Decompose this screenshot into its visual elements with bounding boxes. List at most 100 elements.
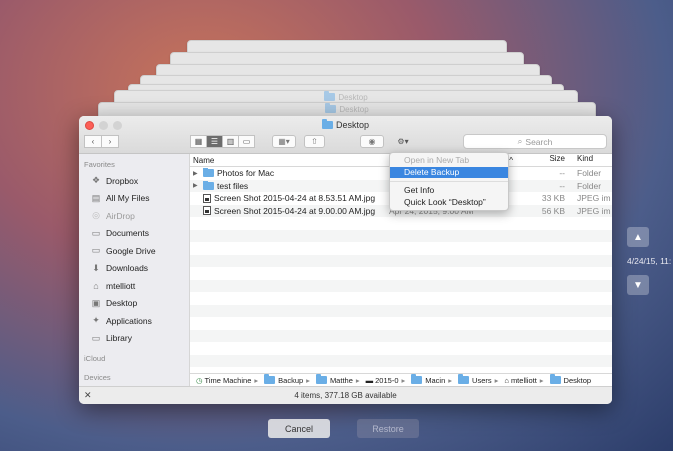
sidebar-item-library[interactable]: ▭ Library: [79, 330, 189, 348]
chevron-down-icon: ▼: [633, 279, 643, 291]
empty-row: [190, 242, 612, 255]
empty-row: [190, 279, 612, 292]
window-title: Desktop: [79, 119, 612, 130]
path-item[interactable]: ◷ Time Machine ▸: [196, 376, 258, 385]
sidebar-item-applications[interactable]: ✦ Applications: [79, 312, 189, 330]
action-gear-button[interactable]: ⚙▾: [392, 135, 414, 148]
kind-column-header[interactable]: Kind: [565, 154, 612, 166]
icon-view-button[interactable]: ▦: [190, 135, 207, 148]
cancel-button[interactable]: Cancel: [268, 419, 330, 438]
folder-icon: [549, 374, 561, 384]
sidebar-item-airdrop[interactable]: ◎ AirDrop: [79, 207, 189, 225]
empty-row: [190, 354, 612, 367]
menu-item-open-in-new-tab[interactable]: Open in New Tab: [390, 155, 508, 167]
column-view-button[interactable]: ▥: [222, 135, 239, 148]
share-button[interactable]: ⇧: [304, 135, 325, 148]
file-size: --: [559, 168, 565, 179]
sidebar-item-dropbox[interactable]: ❖ Dropbox: [79, 172, 189, 190]
sidebar-item-all-my-files[interactable]: ▤ All My Files: [79, 190, 189, 208]
empty-row: [190, 317, 612, 330]
chevron-up-icon: ▲: [633, 231, 643, 243]
empty-row: [190, 292, 612, 305]
size-column-header[interactable]: Size: [517, 154, 565, 166]
applications-icon: ✦: [92, 315, 100, 326]
file-kind: JPEG im: [577, 193, 611, 204]
search-placeholder: Search: [525, 136, 553, 147]
sidebar-item-label: All My Files: [106, 193, 150, 204]
path-item[interactable]: Users ▸: [458, 374, 498, 385]
home-icon: ⌂: [504, 375, 509, 385]
time-machine-icon: ◷: [196, 375, 203, 385]
folder-icon: [315, 374, 327, 384]
path-item[interactable]: Matthe ▸: [315, 374, 360, 385]
sidebar-item-label: Dropbox: [106, 175, 139, 186]
list-view-button[interactable]: ☰: [206, 135, 223, 148]
documents-icon: ▭: [91, 227, 101, 238]
sidebar-item-documents[interactable]: ▭ Documents: [79, 225, 189, 243]
sidebar-toggle-icon[interactable]: ✕: [84, 387, 92, 404]
sidebar-item-google-drive[interactable]: ▭ Google Drive: [79, 242, 189, 260]
search-icon: ⌕: [517, 136, 523, 146]
folder-icon: [458, 374, 470, 384]
menu-separator: [390, 181, 508, 182]
sidebar-item-desktop[interactable]: ▣ Desktop: [79, 295, 189, 313]
nav-buttons: ‹ ›: [84, 135, 119, 148]
file-name: Screen Shot 2015-04-24 at 8.53.51 AM.jpg: [214, 193, 376, 204]
sidebar-item-label: Documents: [106, 228, 149, 239]
path-item[interactable]: Macin ▸: [411, 374, 452, 385]
menu-item-quick-look[interactable]: Quick Look “Desktop”: [390, 197, 508, 209]
folder-icon: [411, 374, 423, 384]
empty-row: [190, 342, 612, 355]
sidebar-header-favorites: Favorites: [84, 160, 115, 169]
timeline-up-button[interactable]: ▲: [627, 227, 649, 247]
empty-row: [190, 217, 612, 230]
google-drive-icon: ▭: [91, 245, 101, 256]
airdrop-icon: ◎: [92, 210, 100, 221]
menu-item-get-info[interactable]: Get Info: [390, 185, 508, 197]
sidebar-item-label: Applications: [106, 315, 152, 326]
empty-row: [190, 267, 612, 280]
gear-icon: ⚙▾: [397, 137, 409, 146]
sidebar-item-downloads[interactable]: ⬇ Downloads: [79, 260, 189, 278]
path-bar: ◷ Time Machine ▸ Backup ▸ Matthe ▸ ▬ 2015-0 ▸ …: [190, 373, 612, 386]
arrange-button[interactable]: ▦▾: [272, 135, 296, 148]
disclosure-triangle-icon[interactable]: ▶: [193, 170, 203, 177]
sidebar-item-mtelliott[interactable]: ⌂ mtelliott: [79, 277, 189, 295]
sidebar-item-label: Desktop: [106, 298, 138, 309]
path-item[interactable]: ▬ 2015-0 ▸: [366, 376, 406, 385]
file-name: Photos for Mac: [217, 168, 275, 179]
all-files-icon: ▤: [91, 192, 101, 203]
sidebar-item-label: mtelliott: [106, 280, 136, 291]
image-file-icon: [203, 193, 211, 203]
file-kind: JPEG im: [577, 205, 611, 216]
file-size: --: [559, 180, 565, 191]
search-field[interactable]: ⌕ Search: [463, 134, 607, 149]
sidebar-header-icloud: iCloud: [84, 354, 106, 363]
dropbox-icon: ❖: [91, 175, 101, 186]
sidebar: Favorites ❖ Dropbox ▤ All My Files ◎ AirDro…: [79, 154, 190, 386]
forward-button[interactable]: ›: [101, 135, 119, 148]
coverflow-view-button[interactable]: ▭: [238, 135, 255, 148]
path-item[interactable]: Backup ▸: [264, 374, 310, 385]
path-item[interactable]: ⌂ mtelliott ▸: [504, 376, 543, 385]
folder-icon: [325, 103, 337, 113]
back-button[interactable]: ‹: [84, 135, 102, 148]
menu-item-delete-backup[interactable]: Delete Backup: [390, 166, 508, 178]
disclosure-triangle-icon[interactable]: ▶: [193, 182, 203, 189]
view-mode-group: ▦ ☰ ▥ ▭: [190, 135, 255, 148]
sort-ascending-icon: ^: [509, 155, 513, 165]
sidebar-header-devices: Devices: [84, 373, 111, 382]
file-name: Screen Shot 2015-04-24 at 9.00.00 AM.jpg: [214, 205, 376, 216]
status-bar: ✕ 4 items, 377.18 GB available: [79, 386, 612, 404]
sidebar-item-label: Library: [106, 333, 132, 344]
path-item[interactable]: Desktop: [549, 374, 591, 385]
status-text: 4 items, 377.18 GB available: [294, 391, 397, 400]
quick-look-button[interactable]: ◉: [360, 135, 384, 148]
file-name: test files: [217, 180, 249, 191]
folder-icon: [324, 91, 336, 101]
restore-button[interactable]: Restore: [357, 419, 419, 438]
title-bar: Desktop ‹ › ▦ ☰ ▥ ▭ ▦▾ ⇧ ◉ ⚙▾ ⌕ Search: [79, 116, 612, 154]
file-kind: Folder: [577, 168, 602, 179]
timeline-down-button[interactable]: ▼: [627, 275, 649, 295]
timeline-date: 4/24/15, 11:: [627, 256, 672, 266]
